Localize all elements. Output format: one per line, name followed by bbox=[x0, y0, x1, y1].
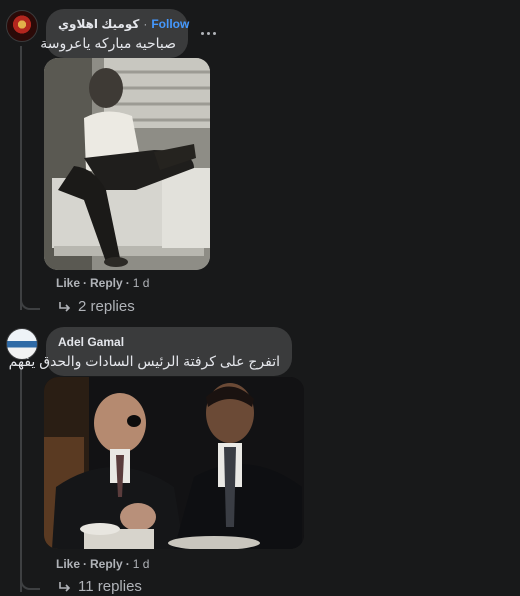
comment-timestamp[interactable]: 1 d bbox=[133, 276, 150, 290]
reply-button[interactable]: Reply bbox=[90, 557, 123, 571]
reply-button[interactable]: Reply bbox=[90, 276, 123, 290]
comment-photo[interactable] bbox=[44, 377, 304, 549]
comment-photo[interactable] bbox=[44, 58, 210, 270]
thread-line-1 bbox=[20, 46, 22, 310]
view-replies-button[interactable]: 11 replies bbox=[58, 578, 142, 595]
thread-elbow-2 bbox=[20, 578, 40, 590]
comment-timestamp[interactable]: 1 d bbox=[133, 557, 150, 571]
reply-arrow-icon bbox=[59, 301, 71, 312]
photo-two-men-talking bbox=[44, 377, 304, 549]
like-button[interactable]: Like bbox=[56, 557, 80, 571]
comment-actions: Like · Reply · 1 d bbox=[56, 557, 149, 571]
author-separator: · bbox=[143, 17, 148, 31]
thread-elbow-1 bbox=[20, 298, 40, 310]
comment-author[interactable]: كوميك اهلاوي bbox=[58, 17, 139, 31]
comment-actions: Like · Reply · 1 d bbox=[56, 276, 149, 290]
reply-arrow-icon bbox=[59, 581, 71, 592]
view-replies-button[interactable]: 2 replies bbox=[58, 298, 135, 315]
action-separator: · bbox=[125, 557, 130, 571]
comment-text: صباحيه مباركه ياعروسة bbox=[40, 35, 176, 51]
action-separator: · bbox=[83, 276, 88, 290]
replies-count: 11 replies bbox=[78, 578, 142, 595]
comment-author[interactable]: Adel Gamal bbox=[58, 335, 124, 349]
photo-man-seated bbox=[44, 58, 210, 270]
comment-text: اتفرج على كرفتة الرئيس السادات والحدق يف… bbox=[8, 353, 280, 369]
follow-button[interactable]: Follow bbox=[151, 17, 189, 31]
action-separator: · bbox=[83, 557, 88, 571]
like-button[interactable]: Like bbox=[56, 276, 80, 290]
replies-count: 2 replies bbox=[78, 298, 135, 315]
comment-bubble: Adel Gamal اتفرج على كرفتة الرئيس السادا… bbox=[8, 327, 292, 376]
action-separator: · bbox=[125, 276, 130, 290]
comment-bubble: كوميك اهلاوي · Follow صباحيه مباركه ياعر… bbox=[40, 9, 189, 58]
avatar[interactable] bbox=[6, 10, 38, 42]
ellipsis-horizontal-icon[interactable] bbox=[197, 24, 219, 42]
thread-line-2 bbox=[20, 368, 22, 592]
